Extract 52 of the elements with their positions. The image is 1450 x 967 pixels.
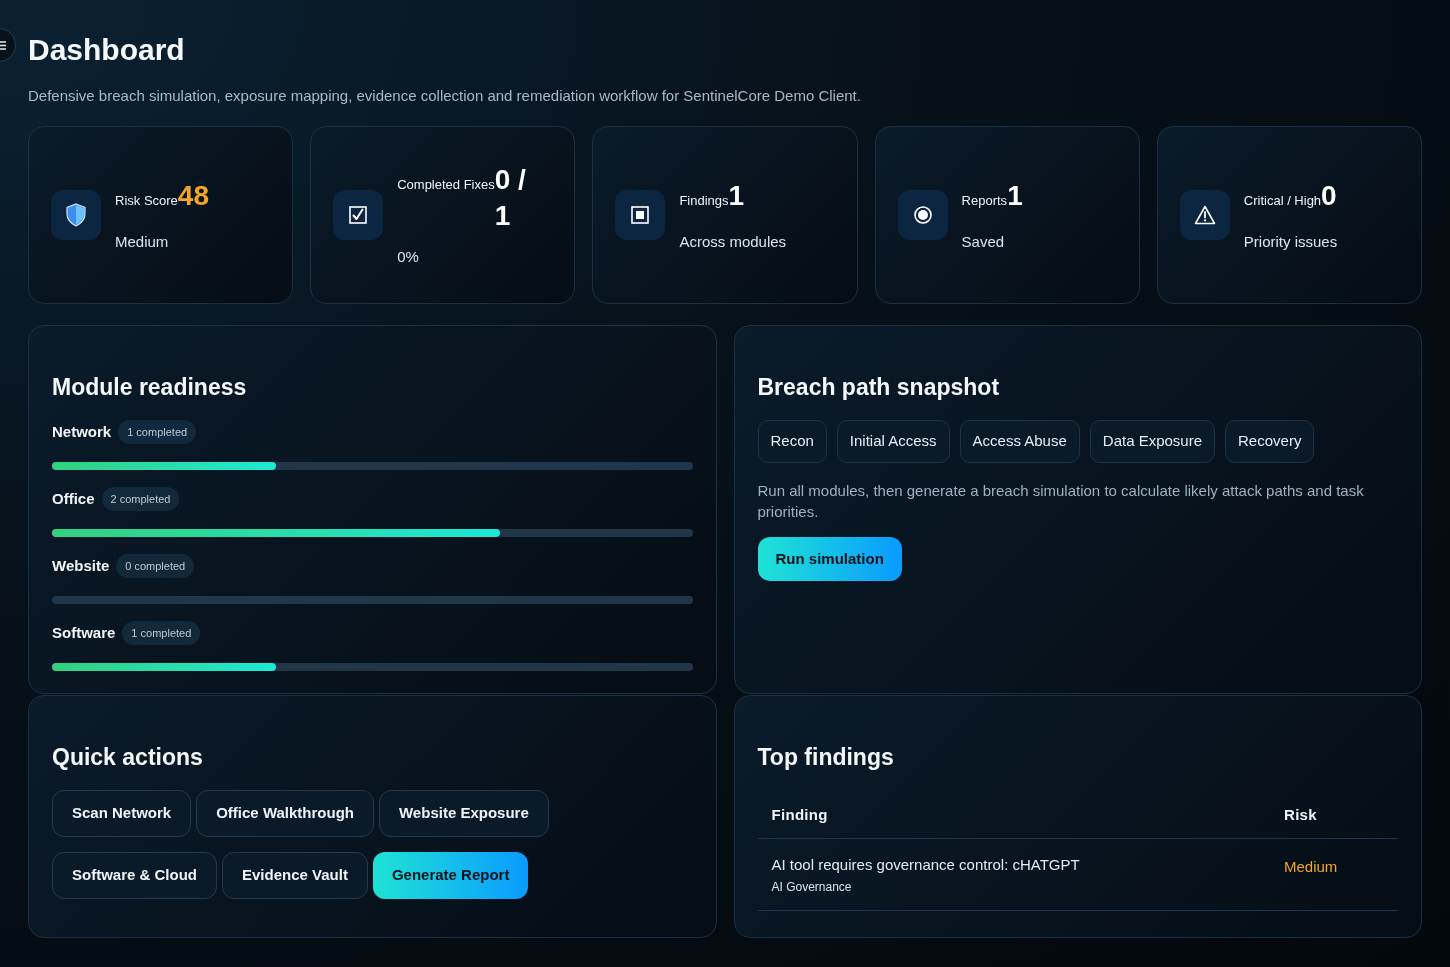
stat-label: Critical / High xyxy=(1243,191,1322,210)
stat-value: 0 xyxy=(1321,178,1337,213)
stat-note: Priority issues xyxy=(1243,231,1338,252)
stat-label: Completed Fixes xyxy=(397,177,495,194)
stat-value: 1 xyxy=(1007,178,1023,213)
quick-action-button[interactable]: Software & Cloud xyxy=(52,852,217,899)
module-name: Website xyxy=(52,555,110,576)
completed-count-badge: 1 completed xyxy=(118,420,197,444)
column-header: Risk xyxy=(1284,806,1317,823)
run-simulation-button[interactable]: Run simulation xyxy=(757,537,902,581)
stat-note: Across modules xyxy=(679,231,787,252)
shield-icon xyxy=(51,190,101,240)
stat-note: Medium xyxy=(115,231,169,252)
breach-path-description: Run all modules, then generate a breach simulation to calculate likely attack paths and task priorities. xyxy=(757,481,1365,522)
risk-level: Medium xyxy=(1284,858,1338,875)
finding-title: AI tool requires governance control: cHATGPT xyxy=(771,855,1080,875)
quick-action-button[interactable]: Website Exposure xyxy=(379,790,549,837)
completed-count-badge: 2 completed xyxy=(101,487,180,511)
stage-chip: Data Exposure xyxy=(1089,420,1216,463)
module-name: Office xyxy=(52,488,95,509)
stat-label: Risk Score xyxy=(115,192,178,210)
stat-note: Saved xyxy=(961,231,1005,252)
stat-label: Findings xyxy=(679,191,729,210)
stage-chip: Initial Access xyxy=(836,420,950,463)
module-name: Software xyxy=(52,622,116,643)
radio-icon xyxy=(897,190,948,240)
stage-chip: Recon xyxy=(757,420,827,463)
page-subtitle: Defensive breach simulation, exposure mapping, evidence collection and remediation workflow for SentinelCore Demo Client. xyxy=(28,86,862,106)
panel-heading: Module readiness xyxy=(52,373,248,402)
stat-value: 1 xyxy=(728,178,745,213)
checkbox-icon xyxy=(333,190,384,240)
completed-count-badge: 0 completed xyxy=(116,554,195,578)
panel-heading: Quick actions xyxy=(52,743,204,772)
quick-action-button[interactable]: Evidence Vault xyxy=(222,852,368,899)
stage-chip: Recovery xyxy=(1225,420,1315,463)
stat-note: 0% xyxy=(397,247,419,267)
panel-heading: Top findings xyxy=(757,743,895,772)
warning-icon xyxy=(1179,190,1230,240)
module-name: Network xyxy=(52,421,112,442)
quick-action-button[interactable]: Generate Report xyxy=(372,852,529,899)
stat-label: Reports xyxy=(961,192,1008,210)
stat-value: 48 xyxy=(177,178,209,213)
stage-chip: Access Abuse xyxy=(959,420,1080,463)
completed-count-badge: 1 completed xyxy=(122,621,201,645)
finding-category: AI Governance xyxy=(771,879,852,896)
panel-heading: Breach path snapshot xyxy=(757,373,1001,402)
column-header: Finding xyxy=(771,806,828,823)
stat-value: 0 / 1 xyxy=(494,163,527,233)
quick-action-button[interactable]: Office Walkthrough xyxy=(196,790,374,837)
square-icon xyxy=(615,190,666,240)
quick-action-button[interactable]: Scan Network xyxy=(52,790,192,837)
page-title: Dashboard xyxy=(28,32,186,68)
